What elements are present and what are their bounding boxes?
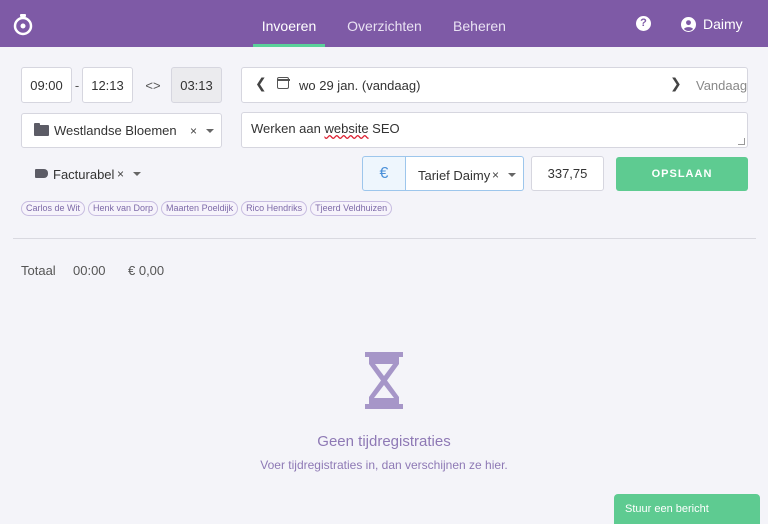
start-time-input[interactable]: 09:00 <box>21 67 72 103</box>
send-message-button[interactable]: Stuur een bericht <box>614 494 760 524</box>
project-select[interactable]: Westlandse Bloemen × <box>21 113 222 148</box>
user-avatar-icon <box>681 16 696 32</box>
person-chip[interactable]: Tjeerd Veldhuizen <box>310 201 393 216</box>
description-textarea[interactable]: Werken aan website SEO <box>241 112 748 148</box>
today-button[interactable]: Vandaag <box>696 78 747 93</box>
amount-input[interactable]: 337,75 <box>531 156 604 191</box>
app-logo-icon[interactable] <box>12 12 34 36</box>
tab-beheren[interactable]: Beheren <box>448 0 511 47</box>
save-button[interactable]: OPSLAAN <box>616 157 748 191</box>
next-day-icon[interactable]: ❯ <box>670 75 682 92</box>
person-chip[interactable]: Carlos de Wit <box>21 201 86 216</box>
date-picker: ❮ wo 29 jan. (vandaag) ❯ Vandaag <box>241 67 748 103</box>
totals-amount: € 0,00 <box>128 263 165 278</box>
chevron-down-icon[interactable] <box>206 129 214 133</box>
duration-field[interactable]: 03:13 <box>171 67 222 103</box>
project-label: Westlandse Bloemen <box>54 123 177 138</box>
previous-day-icon[interactable]: ❮ <box>255 75 267 92</box>
clear-tag-icon[interactable]: × <box>117 167 124 181</box>
time-separator: - <box>74 78 80 93</box>
totals-label: Totaal <box>21 263 56 278</box>
empty-state-title: Geen tijdregistraties <box>317 433 451 450</box>
user-menu[interactable]: Daimy <box>681 14 743 34</box>
swap-times-icon[interactable]: <> <box>141 78 165 93</box>
clear-rate-icon[interactable]: × <box>492 168 499 182</box>
rate-chevron-down-icon[interactable] <box>508 173 516 177</box>
people-chips: Carlos de Wit Henk van Dorp Maarten Poel… <box>21 201 393 216</box>
person-chip[interactable]: Rico Hendriks <box>241 201 308 216</box>
user-name: Daimy <box>703 16 743 32</box>
person-chip[interactable]: Maarten Poeldijk <box>161 201 239 216</box>
totals-time: 00:00 <box>73 263 106 278</box>
folder-icon <box>34 123 49 136</box>
clear-project-icon[interactable]: × <box>190 124 197 138</box>
end-time-input[interactable]: 12:13 <box>82 67 133 103</box>
tag-select[interactable]: Facturabel <box>53 167 114 182</box>
date-label[interactable]: wo 29 jan. (vandaag) <box>299 78 420 93</box>
rate-select[interactable]: Tarief Daimy × <box>406 156 524 191</box>
tab-invoeren[interactable]: Invoeren <box>253 0 325 47</box>
tag-chevron-down-icon[interactable] <box>133 172 141 176</box>
tab-overzichten[interactable]: Overzichten <box>342 0 427 47</box>
hourglass-icon <box>365 352 403 409</box>
rate-label: Tarief Daimy <box>418 168 491 183</box>
empty-state-subtitle: Voer tijdregistraties in, dan verschijne… <box>260 458 508 472</box>
currency-toggle-button[interactable]: € <box>362 156 406 191</box>
person-chip[interactable]: Henk van Dorp <box>88 201 159 216</box>
calendar-icon[interactable] <box>276 77 290 89</box>
resize-handle-icon[interactable] <box>738 138 745 145</box>
help-icon[interactable]: ? <box>636 16 651 31</box>
divider <box>13 238 756 239</box>
top-navigation-bar: Invoeren Overzichten Beheren ? Daimy <box>0 0 768 47</box>
tag-icon <box>35 169 48 178</box>
description-text: Werken aan website SEO <box>251 121 400 136</box>
